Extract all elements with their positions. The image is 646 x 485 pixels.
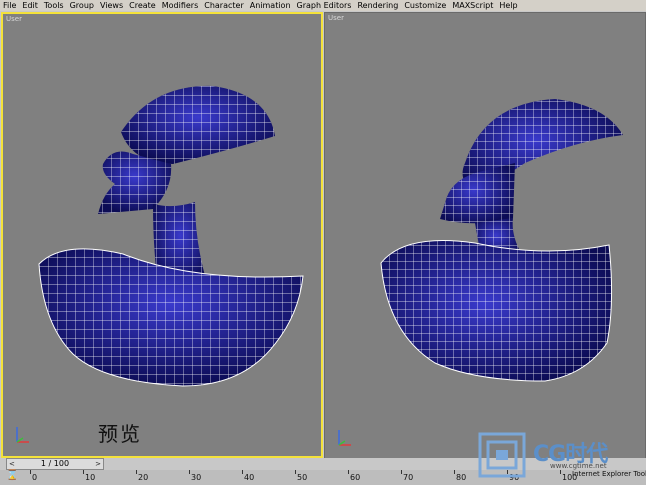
- menu-item-help[interactable]: Help: [496, 0, 520, 11]
- menu-bar: File Edit Tools Group Views Create Modifiers Ch…: [0, 0, 646, 11]
- ruler-tick-label: 0: [32, 473, 38, 482]
- menu-item-maxscript[interactable]: MAXScript: [449, 0, 496, 11]
- ruler-tick: [560, 470, 561, 474]
- frame-counter: 1 / 100: [40, 459, 70, 468]
- ruler-tick-label: 30: [191, 473, 202, 482]
- prev-frame-icon[interactable]: <: [9, 459, 15, 469]
- viewport-left[interactable]: User: [1, 12, 323, 458]
- ruler-tick-label: 50: [297, 473, 308, 482]
- axis-tripod-icon: [16, 427, 29, 443]
- menu-item-rendering[interactable]: Rendering: [354, 0, 401, 11]
- cg-logo-url: www.cgtime.net: [550, 462, 607, 470]
- ruler-tick-label: 70: [403, 473, 414, 482]
- time-slider[interactable]: < 1 / 100 >: [6, 458, 104, 470]
- ruler-tick-label: 60: [350, 473, 361, 482]
- ruler-tick-label: 80: [456, 473, 467, 482]
- menu-item-views[interactable]: Views: [97, 0, 126, 11]
- ruler-tick: [454, 470, 455, 474]
- menu-item-create[interactable]: Create: [126, 0, 159, 11]
- mesh-preview-right: [380, 99, 623, 382]
- ruler-tick-label: 40: [244, 473, 255, 482]
- ruler-tick: [83, 470, 84, 474]
- ruler-tick: [401, 470, 402, 474]
- status-text: Internet Explorer Toolb: [572, 470, 646, 478]
- next-frame-icon[interactable]: >: [95, 459, 101, 469]
- ruler-tick: [242, 470, 243, 474]
- viewport-right[interactable]: User: [324, 12, 646, 460]
- menu-item-customize[interactable]: Customize: [401, 0, 449, 11]
- ruler-tick: [348, 470, 349, 474]
- ruler-tick-label: 10: [85, 473, 96, 482]
- menu-item-animation[interactable]: Animation: [247, 0, 294, 11]
- menu-item-tools[interactable]: Tools: [41, 0, 67, 11]
- ruler-tick: [189, 470, 190, 474]
- ruler-tick-label: 20: [138, 473, 149, 482]
- preview-label: 预览: [98, 422, 142, 446]
- menu-item-graph-editors[interactable]: Graph Editors: [294, 0, 355, 11]
- time-config-icon[interactable]: ⌛: [6, 470, 18, 482]
- menu-item-modifiers[interactable]: Modifiers: [159, 0, 202, 11]
- ruler-tick: [295, 470, 296, 474]
- axis-tripod-icon: [338, 430, 351, 446]
- menu-item-edit[interactable]: Edit: [19, 0, 41, 11]
- ruler-tick: [30, 470, 31, 474]
- ruler-tick: [136, 470, 137, 474]
- mesh-preview-left: [38, 85, 304, 387]
- menu-item-group[interactable]: Group: [67, 0, 97, 11]
- menu-item-character[interactable]: Character: [201, 0, 247, 11]
- menu-item-file[interactable]: File: [0, 0, 19, 11]
